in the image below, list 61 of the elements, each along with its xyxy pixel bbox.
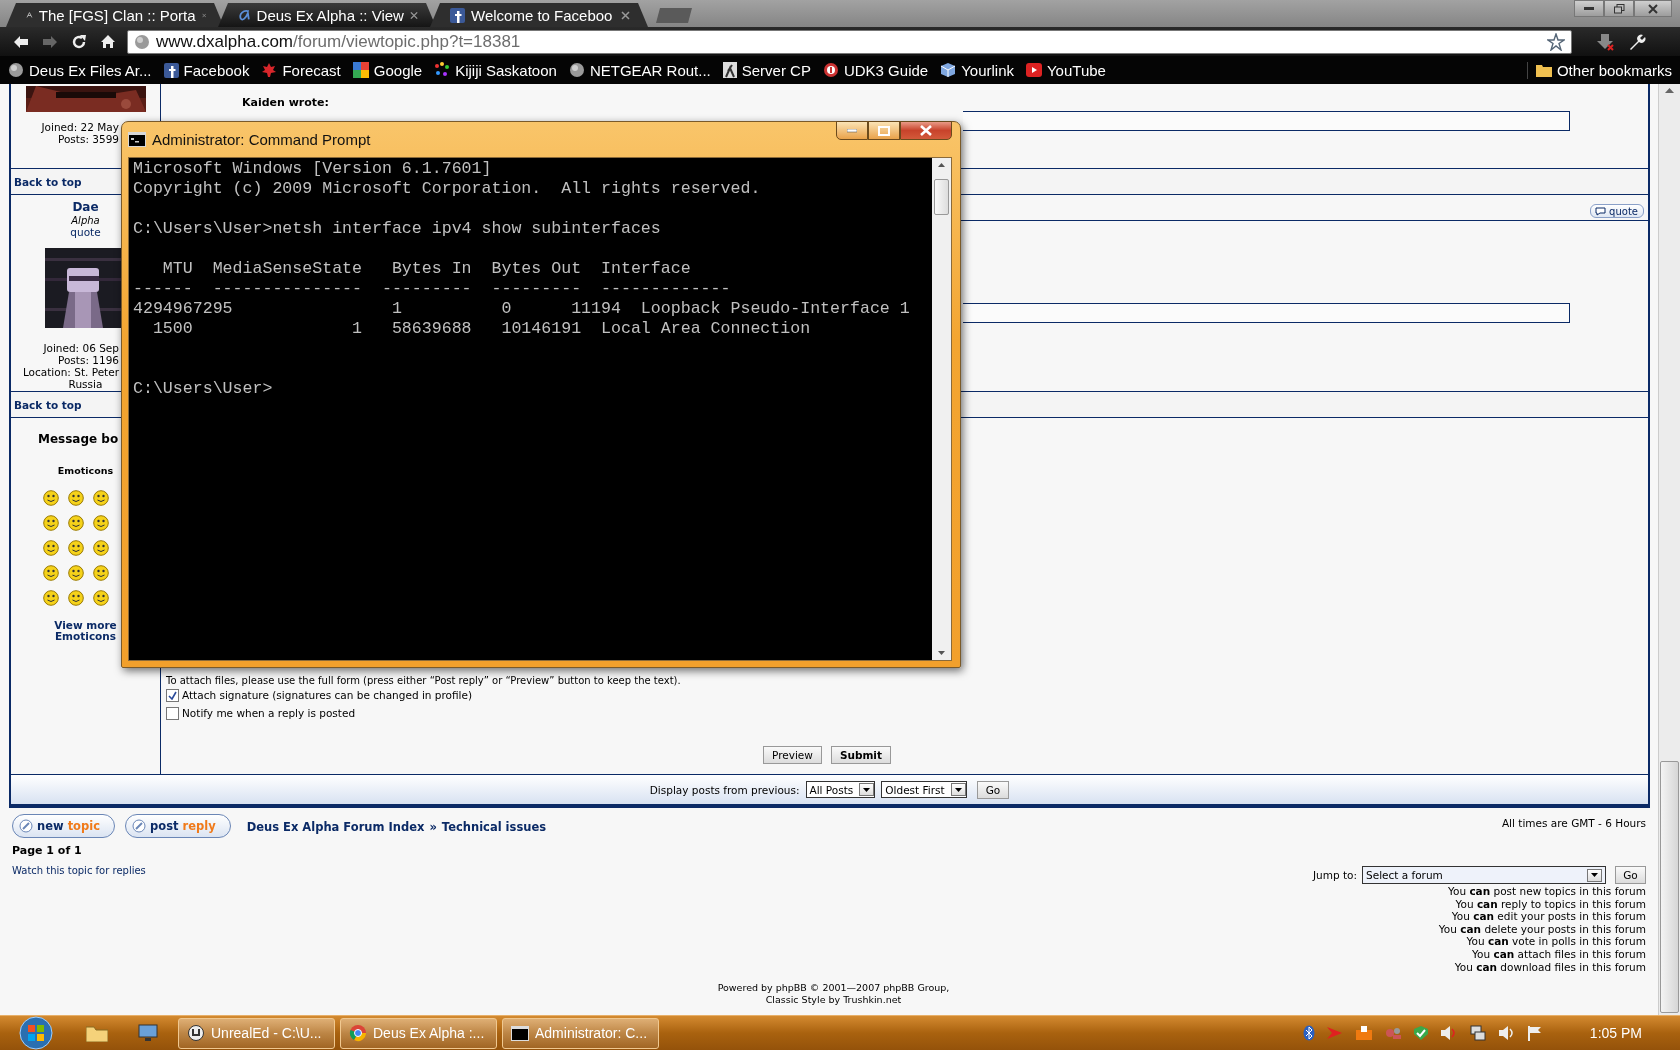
dropdown[interactable]: Oldest First <box>881 781 967 798</box>
footer-text: Powered by phpBB © 2001—2007 phpBB Group, <box>717 982 950 994</box>
go-button[interactable]: Go <box>1615 866 1646 884</box>
watch-topic-link[interactable]: Watch this topic for replies <box>12 865 146 876</box>
dropdown[interactable]: All Posts <box>805 781 876 798</box>
bookmark-item[interactable]: Deus Ex Files Ar... <box>8 61 152 79</box>
permission-note: You can download files in this forum <box>1453 960 1646 974</box>
bookmark-item[interactable]: Kijiji Saskatoon <box>434 61 557 79</box>
address-field[interactable]: www.dxalpha.com/forum/viewtopic.php?t=18381 <box>127 29 1572 54</box>
back-to-top-link[interactable]: Back to top <box>14 398 82 411</box>
browser-tab[interactable]: Welcome to Faceboo <box>430 3 648 27</box>
user-rank: Alpha <box>71 215 100 226</box>
bookmark-item[interactable]: UDK3 Guide <box>822 61 929 79</box>
user-location: Location: St. Peter <box>22 366 119 378</box>
bookmark-item[interactable]: Facebook <box>163 61 250 79</box>
user-location: Russia <box>68 378 103 390</box>
permission-note: You can edit your posts in this forum <box>1450 910 1646 923</box>
permission-note: You can vote in polls in this forum <box>1465 935 1646 948</box>
quote-button[interactable]: quote <box>1590 204 1644 218</box>
preview-button[interactable]: Preview <box>763 746 822 764</box>
console-output: Microsoft Windows [Version 6.1.7601] Copyright (c) 2009 Microsoft Corporation. All rights reserved. C:\Users\User>netsh interface ipv4 show subinterfaces MTU MediaSenseState Bytes In Bytes Out Interface ------ --------------- --------- --------- ------------- 4294967295 1 0 11194 Loopback Pseudo-Interface 1 1500 1 58639688 10146191 Local Area Connection C:\Users\User> <box>132 158 911 400</box>
quote-link[interactable]: quote <box>70 226 101 238</box>
new-topic-button[interactable]: new topic <box>12 814 115 838</box>
breadcrumb-link[interactable]: Technical issues <box>441 820 547 834</box>
post-reply-button[interactable]: post reply <box>125 814 231 838</box>
join-date: Joined: 22 May <box>41 121 119 133</box>
page-count: Page 1 of 1 <box>12 844 82 857</box>
breadcrumb-separator: » <box>429 820 437 834</box>
post-count: Posts: 1196 <box>57 354 119 366</box>
jump-label: Jump to: <box>1312 869 1357 881</box>
submit-button[interactable]: Submit <box>830 746 891 764</box>
permission-note: You can reply to topics in this forum <box>1454 897 1646 911</box>
quote-author: Kaiden wrote: <box>242 96 329 109</box>
bookmark-item[interactable]: Forecast <box>261 61 341 79</box>
clock[interactable]: 1:05 PM <box>1589 1025 1642 1041</box>
field-label: Message bo <box>38 432 119 446</box>
checkbox-label: Notify me when a reply is posted <box>182 707 356 719</box>
view-more-link[interactable]: View more Emoticons <box>54 620 117 642</box>
join-date: Joined: 06 Sep <box>43 342 119 354</box>
bookmark-item[interactable]: Server CP <box>722 61 811 79</box>
post-count: Posts: 3599 <box>57 133 119 145</box>
go-button[interactable]: Go <box>976 780 1010 799</box>
permission-note: You can attach files in this forum <box>1471 947 1646 961</box>
other-bookmarks[interactable]: Other bookmarks <box>1526 61 1672 79</box>
bookmark-item[interactable]: Yourlink <box>940 61 1014 79</box>
bookmark-item[interactable]: Google <box>352 61 423 79</box>
permission-note: You can post new topics in this forum <box>1446 885 1646 898</box>
checkbox-label: Attach signature (signatures can be changed in profile) <box>182 689 473 701</box>
bookmark-item[interactable]: NETGEAR Rout... <box>568 61 711 79</box>
timezone-note: All times are GMT - 6 Hours <box>1501 817 1646 829</box>
emoticons-heading: Emoticons <box>57 465 114 476</box>
filter-label: Display posts from previous: <box>649 783 800 796</box>
attach-note: To attach files, please use the full form (press either “Post reply” or “Preview” button to keep the text). <box>166 675 681 686</box>
window-title: Administrator: Command Prompt <box>152 131 372 148</box>
permission-note: You can delete your posts in this forum <box>1437 922 1646 936</box>
bookmark-item[interactable]: YouTube <box>1026 61 1106 79</box>
footer-text: Classic Style by Trushkin.net <box>765 994 902 1006</box>
author-name[interactable]: Dae <box>72 200 99 214</box>
forum-select[interactable]: Select a forum <box>1362 866 1606 884</box>
back-to-top-link[interactable]: Back to top <box>14 175 82 188</box>
breadcrumb-link[interactable]: Deus Ex Alpha Forum Index <box>246 820 425 834</box>
